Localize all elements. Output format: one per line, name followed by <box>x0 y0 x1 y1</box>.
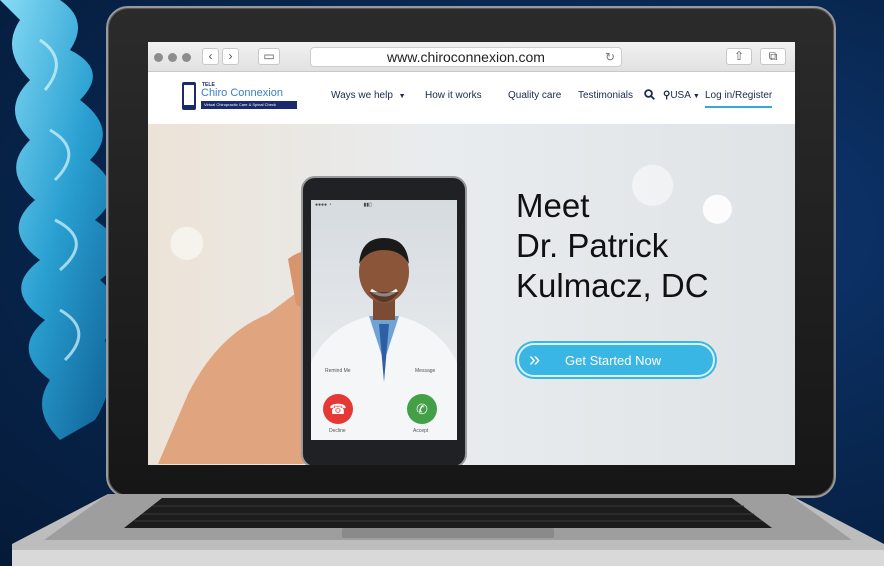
share-icon[interactable]: ⇧ <box>726 48 752 65</box>
browser-toolbar: ‹ › ▭ www.chiroconnexion.com ↻ ⇧ ⧉ <box>148 42 795 72</box>
nav-how-it-works[interactable]: How it works <box>425 90 482 101</box>
search-icon[interactable] <box>644 89 655 100</box>
url-text: www.chiroconnexion.com <box>387 49 545 65</box>
accept-call-button[interactable]: ✆ <box>407 394 437 424</box>
window-zoom-dot[interactable] <box>182 53 191 62</box>
hero-heading: Meet Dr. Patrick Kulmacz, DC <box>516 186 786 306</box>
logo-tagline: Virtual Chiropractic Care & Spinal Check <box>201 101 297 109</box>
site-header: TELE Chiro Connexion Virtual Chiropracti… <box>172 72 782 124</box>
logo-name: Chiro Connexion <box>201 87 283 99</box>
reload-icon[interactable]: ↻ <box>605 48 615 67</box>
country-selector[interactable]: ⚲USA ▼ <box>663 90 700 101</box>
address-bar[interactable]: www.chiroconnexion.com ↻ <box>310 47 622 67</box>
country-label: USA <box>670 90 691 101</box>
window-close-dot[interactable] <box>154 53 163 62</box>
decline-call-button[interactable]: ☎ <box>323 394 353 424</box>
login-register-link[interactable]: Log in/Register <box>705 90 773 108</box>
message-label: Message <box>415 368 436 374</box>
nav-ways-label: Ways we help <box>331 90 393 101</box>
accept-label: Accept <box>413 428 429 434</box>
double-chevron-right-icon: » <box>529 349 541 371</box>
hero-heading-line3: Kulmacz, DC <box>516 267 709 304</box>
remind-label: Remind Me <box>325 368 351 374</box>
hero-section: ●●●● ◔ ▮▮▯ Remind Me Message ☎ ✆ Decline… <box>148 124 795 465</box>
sidebar-icon[interactable]: ▭ <box>258 48 280 65</box>
get-started-button[interactable]: » Get Started Now <box>517 343 715 377</box>
phone-status-bar: ●●●● ◔ ▮▮▯ <box>315 202 372 208</box>
hero-heading-line2: Dr. Patrick <box>516 227 669 264</box>
nav-ways-we-help[interactable]: Ways we help ▼ <box>331 90 406 101</box>
tabs-icon[interactable]: ⧉ <box>760 48 786 65</box>
nav-quality-care[interactable]: Quality care <box>508 90 561 101</box>
laptop-keyboard-base <box>12 494 884 566</box>
site-logo[interactable]: TELE Chiro Connexion Virtual Chiropracti… <box>182 82 300 112</box>
phone-answer-icon: ✆ <box>416 401 428 417</box>
nav-testimonials[interactable]: Testimonials <box>578 90 633 101</box>
caret-down-icon: ▼ <box>692 93 700 100</box>
laptop-screen: ‹ › ▭ www.chiroconnexion.com ↻ ⇧ ⧉ TELE … <box>148 42 795 465</box>
hero-heading-line1: Meet <box>516 187 590 224</box>
window-minimize-dot[interactable] <box>168 53 177 62</box>
chevron-left-icon[interactable]: ‹ <box>202 48 219 65</box>
smartphone: ●●●● ◔ ▮▮▯ Remind Me Message ☎ ✆ Decline… <box>301 176 467 465</box>
phone-hangup-icon: ☎ <box>329 401 347 417</box>
caret-down-icon: ▼ <box>398 93 406 100</box>
get-started-label: Get Started Now <box>565 353 662 368</box>
chevron-right-icon[interactable]: › <box>222 48 239 65</box>
phone-logo-icon <box>182 82 196 110</box>
phone-screen: ●●●● ◔ ▮▮▯ Remind Me Message ☎ ✆ Decline… <box>311 200 457 440</box>
decline-label: Decline <box>329 428 346 434</box>
